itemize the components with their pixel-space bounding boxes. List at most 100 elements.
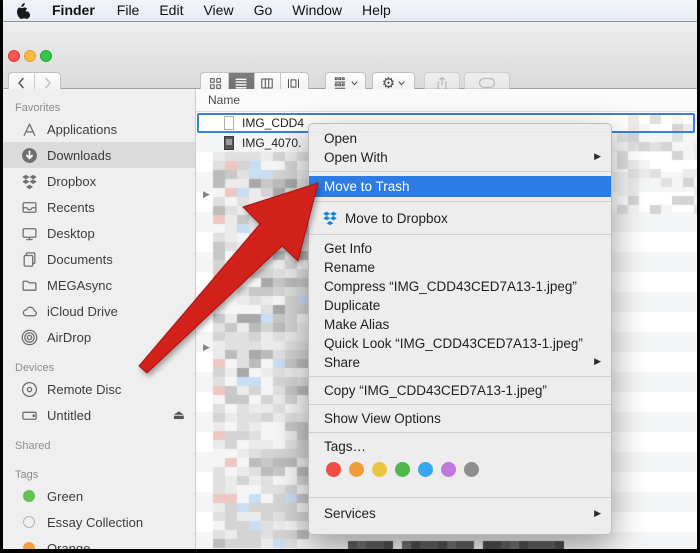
sidebar-item-label: Downloads (47, 147, 112, 163)
menu-item-open-with[interactable]: Open With ▶ (309, 148, 611, 167)
menu-tag-colors (309, 456, 611, 485)
sidebar-item-airdrop[interactable]: AirDrop (3, 324, 195, 350)
menu-separator (309, 234, 611, 235)
tag-color-dot[interactable] (326, 462, 341, 477)
tag-dot-icon (19, 513, 39, 531)
submenu-arrow-icon: ▶ (594, 357, 601, 367)
menu-item-make-alias[interactable]: Make Alias (309, 315, 611, 334)
image-file-icon (221, 135, 237, 151)
sidebar-item-essay-collection[interactable]: Essay Collection (3, 509, 195, 535)
sidebar-item-applications[interactable]: Applications (3, 116, 195, 142)
menu-separator (309, 404, 611, 405)
tag-color-dot[interactable] (418, 462, 433, 477)
menubar-item-file[interactable]: File (107, 2, 150, 18)
minimize-window-button[interactable] (24, 50, 36, 62)
menu-separator (309, 376, 611, 377)
dropbox-blue-icon (322, 210, 345, 226)
sidebar-item-label: AirDrop (47, 329, 92, 345)
menu-item-label: Services (324, 506, 376, 521)
screenshot-frame: FinderFileEditViewGoWindowHelp Back/Forw… (0, 0, 700, 553)
menu-separator (309, 432, 611, 433)
menubar-item-help[interactable]: Help (352, 2, 401, 18)
menu-item-rename[interactable]: Rename (309, 258, 611, 277)
sidebar-item-icloud-drive[interactable]: iCloud Drive (3, 298, 195, 324)
menu-item-quick-look-img-cdd43ced7a13-1-jpeg[interactable]: Quick Look “IMG_CDD43CED7A13-1.jpeg” (309, 334, 611, 353)
menu-item-label: Open With (324, 150, 388, 165)
tag-dot-icon (19, 539, 39, 549)
menu-item-move-to-trash[interactable]: Move to Trash (309, 176, 611, 197)
menubar-item-finder[interactable]: Finder (42, 2, 107, 18)
menu-item-label: Open (324, 131, 358, 146)
tag-color-dot[interactable] (372, 462, 387, 477)
sidebar-item-remote-disc[interactable]: Remote Disc (3, 376, 195, 402)
sidebar-item-recents[interactable]: Recents (3, 194, 195, 220)
sidebar-item-label: Green (47, 488, 84, 504)
tag-color-dot[interactable] (441, 462, 456, 477)
recents-icon (19, 198, 39, 216)
chevron-down-icon (398, 80, 405, 85)
menu-item-label: Rename (324, 260, 376, 275)
tag-color-dot[interactable] (349, 462, 364, 477)
downloads-icon (19, 146, 39, 164)
tag-color-dot[interactable] (395, 462, 410, 477)
menubar-item-window[interactable]: Window (282, 2, 352, 18)
sidebar-item-desktop[interactable]: Desktop (3, 220, 195, 246)
sidebar-item-downloads[interactable]: Downloads (3, 142, 195, 168)
disclosure-triangle-icon[interactable]: ▶ (203, 343, 210, 353)
tag-color-dot[interactable] (464, 462, 479, 477)
menu-item-label: Tags… (324, 439, 367, 454)
sidebar-section-title-tags: Tags (15, 469, 39, 481)
sidebar-item-label: Recents (47, 199, 95, 215)
window-toolbar: Back/Forward View (3, 22, 697, 108)
remote-disc-icon (19, 380, 39, 398)
menu-item-get-info[interactable]: Get Info (309, 239, 611, 258)
menu-item-label: Duplicate (324, 298, 381, 313)
menu-item-open[interactable]: Open (309, 129, 611, 148)
sidebar-item-orange[interactable]: Orange (3, 535, 195, 549)
menu-separator (309, 201, 611, 202)
sidebar-item-documents[interactable]: Documents (3, 246, 195, 272)
menu-item-label: Move to Dropbox (345, 210, 448, 226)
sidebar-item-label: Untitled (47, 407, 92, 423)
menu-item-label: Quick Look “IMG_CDD43CED7A13-1.jpeg” (324, 336, 583, 351)
sidebar-section-title-favorites: Favorites (15, 102, 61, 114)
submenu-arrow-icon: ▶ (594, 509, 601, 519)
menu-item-move-to-dropbox[interactable]: Move to Dropbox (309, 206, 611, 230)
close-window-button[interactable] (8, 50, 20, 62)
menu-separator (309, 171, 611, 172)
menubar-item-view[interactable]: View (193, 2, 243, 18)
sidebar-section-title-devices: Devices (15, 362, 55, 374)
name-column-header[interactable]: Name (196, 89, 697, 112)
sidebar-item-green[interactable]: Green (3, 483, 195, 509)
sidebar-item-label: Documents (47, 251, 113, 267)
menubar-item-edit[interactable]: Edit (149, 2, 193, 18)
sidebar-item-label: iCloud Drive (47, 303, 118, 319)
finder-sidebar: Favorites Applications Downloads Dropbox Rec… (3, 89, 196, 549)
menu-item-services[interactable]: Services ▶ (309, 502, 611, 526)
menu-item-duplicate[interactable]: Duplicate (309, 296, 611, 315)
menu-item-share[interactable]: Share ▶ (309, 353, 611, 372)
chevron-down-icon (351, 80, 358, 85)
sidebar-item-dropbox[interactable]: Dropbox (3, 168, 195, 194)
apple-icon[interactable] (3, 2, 42, 19)
sidebar-item-label: Remote Disc (47, 381, 122, 397)
desktop-icon (19, 224, 39, 242)
eject-icon[interactable]: ⏏ (173, 408, 195, 423)
menu-item-copy-img-cdd43ced7a13-1-jpeg[interactable]: Copy “IMG_CDD43CED7A13-1.jpeg” (309, 381, 611, 400)
sidebar-item-label: Orange (47, 540, 91, 550)
menubar-item-go[interactable]: Go (244, 2, 283, 18)
menu-item-label: Make Alias (324, 317, 390, 332)
sidebar-item-untitled[interactable]: Untitled ⏏ (3, 402, 195, 428)
menu-item-compress-img-cdd43ced7a13-1-jpeg[interactable]: Compress “IMG_CDD43CED7A13-1.jpeg” (309, 277, 611, 296)
menu-item-label: Copy “IMG_CDD43CED7A13-1.jpeg” (324, 383, 547, 398)
drive-icon (19, 406, 39, 424)
menu-separator (309, 497, 611, 498)
sidebar-item-label: Desktop (47, 225, 95, 241)
tag-icon (478, 77, 496, 89)
dropbox-icon (19, 172, 39, 190)
menu-item-show-view-options[interactable]: Show View Options (309, 409, 611, 428)
menu-item-tags[interactable]: Tags… (309, 437, 611, 456)
disclosure-triangle-icon[interactable]: ▶ (203, 190, 210, 200)
sidebar-item-megasync[interactable]: MEGAsync (3, 272, 195, 298)
zoom-window-button[interactable] (40, 50, 52, 62)
